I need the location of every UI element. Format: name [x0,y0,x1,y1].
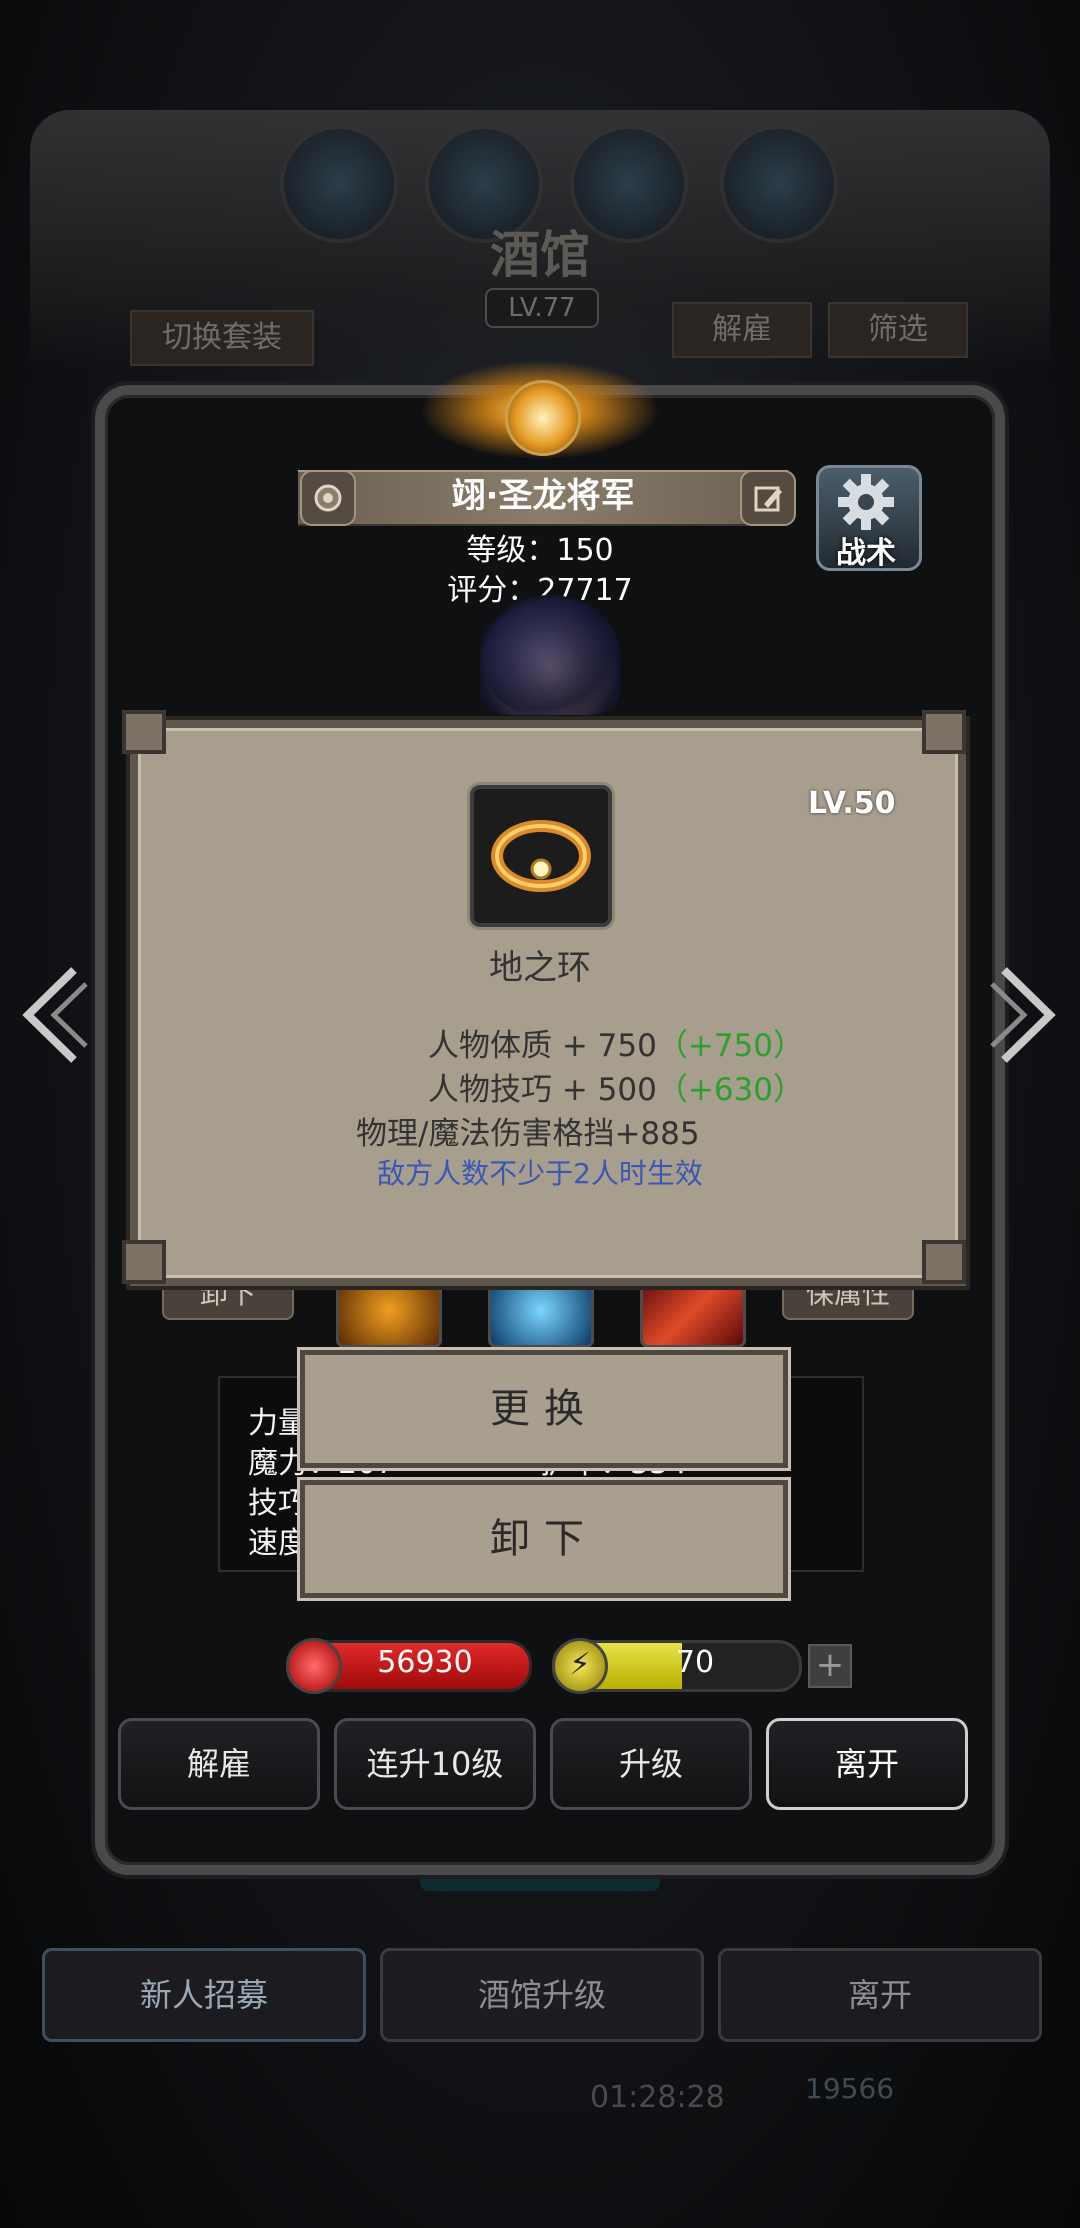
stat-speed: 速度 [248,1526,308,1561]
energy-value: 70 [675,1645,715,1680]
filter-button[interactable]: 筛选 [828,302,968,358]
refresh-timer: 01:28:28 [590,2080,725,2115]
stat-skill: 技巧 [248,1486,308,1521]
replace-button[interactable]: 更换 [300,1350,788,1468]
add-energy-button[interactable]: + [808,1644,852,1688]
tavern-level: LV.77 [485,288,599,328]
background-leave-button[interactable]: 离开 [718,1948,1042,2042]
hero-portrait-hair [482,600,622,720]
recruit-button[interactable]: 新人招募 [42,1948,366,2042]
item-attr-constitution: 人物体质 + 750（+750） [428,1020,804,1065]
tactics-label: 战术 [836,536,896,571]
popup-corner-br [922,1240,966,1284]
background-dismiss-button[interactable]: 解雇 [672,302,812,358]
stat-strength: 力量 [248,1406,308,1441]
item-level: LV.50 [808,786,896,821]
currency-count: 19566 [805,2072,895,2105]
item-condition: 敌方人数不少于2人时生效 [377,1157,703,1190]
unequip-button[interactable]: 卸下 [300,1480,788,1598]
item-attr-block: 物理/魔法伤害格挡+885 [356,1116,700,1152]
item-icon [470,785,612,927]
popup-corner-bl [122,1240,166,1284]
upgrade-tavern-button[interactable]: 酒馆升级 [380,1948,704,2042]
hp-value: 56930 [377,1645,473,1680]
dismiss-button[interactable]: 解雇 [118,1718,320,1810]
attr-skill-bonus: （+630） [656,1072,805,1108]
leave-button[interactable]: 离开 [766,1718,968,1810]
attr-constitution-text: 人物体质 + 750 [428,1028,657,1064]
item-attr-skill: 人物技巧 + 500（+630） [428,1064,804,1109]
switch-set-button[interactable]: 切换套装 [130,310,314,366]
item-name: 地之环 [489,948,591,988]
tavern-title: 酒馆 [490,225,590,284]
ring-icon [491,820,591,892]
attr-skill-text: 人物技巧 + 500 [428,1072,657,1108]
attr-constitution-bonus: （+750） [656,1028,805,1064]
upgrade-button[interactable]: 升级 [550,1718,752,1810]
hero-name: 翊·圣龙将军 [451,476,635,516]
panel-emblem-icon [505,380,581,456]
level-up-10-button[interactable]: 连升10级 [334,1718,536,1810]
popup-corner-tr [922,710,966,754]
popup-corner-tl [122,710,166,754]
